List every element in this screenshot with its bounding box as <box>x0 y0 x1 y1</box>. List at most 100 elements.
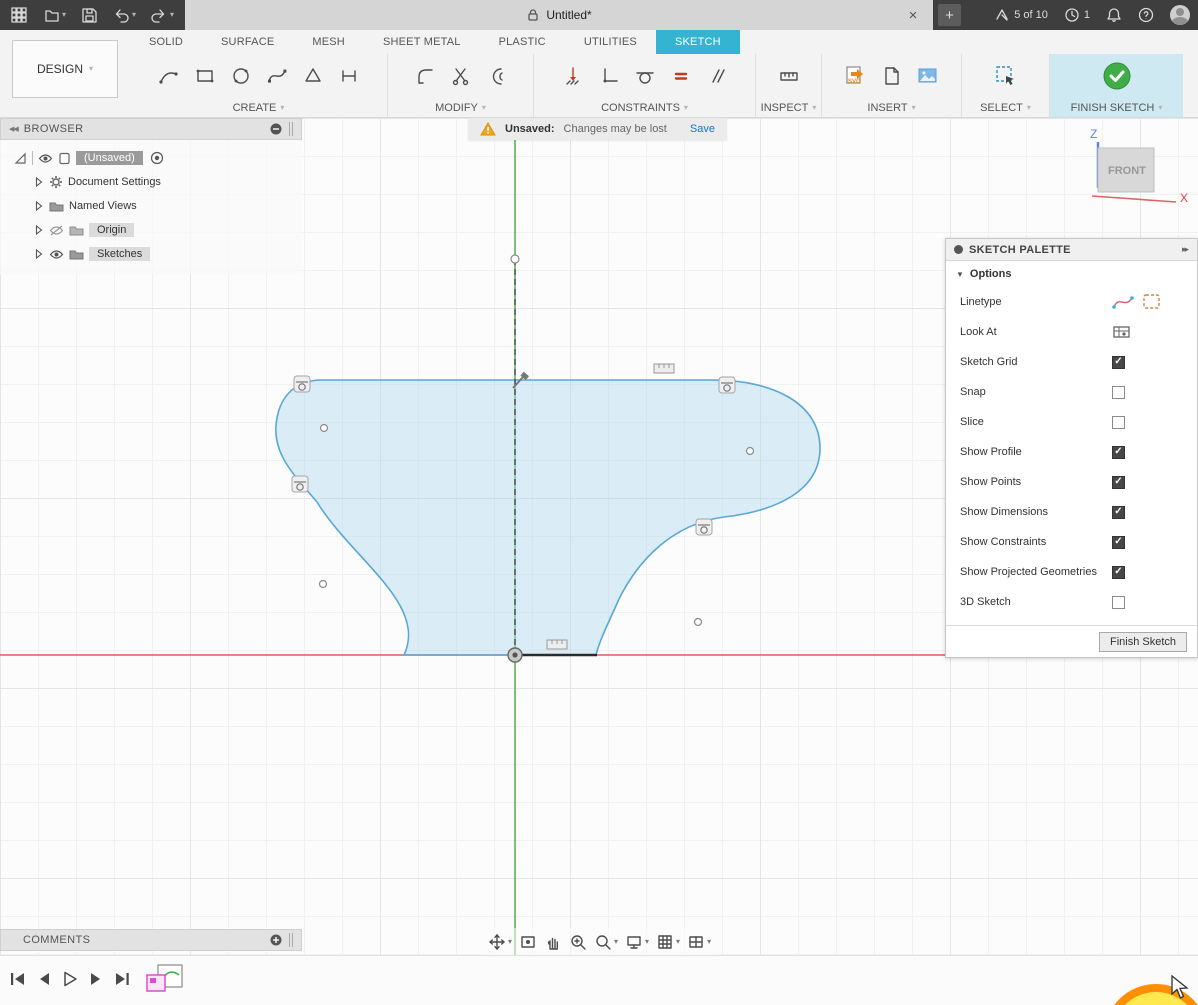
new-tab-button[interactable]: + <box>938 4 961 26</box>
sketch-point[interactable] <box>320 581 327 588</box>
rectangle-tool-button[interactable] <box>189 59 221 93</box>
tab-sheet-metal[interactable]: SHEET METAL <box>364 30 480 54</box>
sketch-profile[interactable] <box>276 380 820 655</box>
insert-dropdown[interactable]: INSERT ▾ <box>822 98 961 117</box>
show-constraints-checkbox[interactable] <box>1112 536 1125 549</box>
sketch-grid-checkbox[interactable] <box>1112 356 1125 369</box>
timeline-play-button[interactable] <box>60 968 80 990</box>
slot-tool-button[interactable] <box>333 59 365 93</box>
finish-sketch-palette-button[interactable]: Finish Sketch <box>1099 632 1187 652</box>
tangent-constraint-badge[interactable] <box>696 519 712 535</box>
grid-settings-button[interactable]: ▾ <box>656 933 680 951</box>
line-tool-button[interactable] <box>153 59 185 93</box>
tab-utilities[interactable]: UTILITIES <box>565 30 656 54</box>
expand-caret-icon[interactable] <box>35 225 43 235</box>
tangent-constraint-badge[interactable] <box>719 377 735 393</box>
insert-derive-button[interactable] <box>876 59 908 93</box>
measure-tool-button[interactable] <box>773 59 805 93</box>
undo-button[interactable]: ▾ <box>108 3 140 27</box>
timeline-step-back-button[interactable] <box>34 968 54 990</box>
tab-sketch[interactable]: SKETCH <box>656 30 740 54</box>
3d-sketch-checkbox[interactable] <box>1112 596 1125 609</box>
finish-sketch-button[interactable] <box>1099 58 1135 94</box>
expand-caret-icon[interactable] <box>35 201 43 211</box>
linetype-spline-icon[interactable] <box>1112 293 1134 311</box>
visibility-eye-icon[interactable] <box>38 153 53 164</box>
account-avatar[interactable] <box>1170 5 1190 25</box>
display-settings-button[interactable]: ▾ <box>625 933 649 951</box>
offset-tool-button[interactable] <box>481 59 513 93</box>
close-document-button[interactable]: × <box>903 5 923 25</box>
browser-root-row[interactable]: (Unsaved) <box>0 146 302 170</box>
browser-item-named-views[interactable]: Named Views <box>0 194 302 218</box>
browser-item-sketches[interactable]: Sketches <box>0 242 302 266</box>
dimension-badge[interactable] <box>547 640 567 649</box>
look-at-icon[interactable] <box>1112 323 1132 341</box>
constraints-dropdown[interactable]: CONSTRAINTS ▾ <box>534 98 755 117</box>
root-document-label[interactable]: (Unsaved) <box>76 151 143 165</box>
job-status-button[interactable]: 5 of 10 <box>994 7 1048 23</box>
tangent-constraint-badge[interactable] <box>292 476 308 492</box>
look-at-button[interactable] <box>519 933 537 951</box>
timeline-sketch-feature[interactable] <box>146 964 186 996</box>
timeline-go-to-start-button[interactable] <box>8 968 28 990</box>
notifications-button[interactable]: 1 <box>1064 7 1090 23</box>
show-profile-checkbox[interactable] <box>1112 446 1125 459</box>
show-points-checkbox[interactable] <box>1112 476 1125 489</box>
linetype-construction-icon[interactable] <box>1142 293 1162 311</box>
save-button[interactable] <box>76 3 102 27</box>
viewports-button[interactable]: ▾ <box>687 933 711 951</box>
timeline-step-forward-button[interactable] <box>86 968 106 990</box>
circle-tool-button[interactable] <box>225 59 257 93</box>
workspace-selector[interactable]: DESIGN ▾ <box>12 40 118 98</box>
show-dimensions-checkbox[interactable] <box>1112 506 1125 519</box>
alerts-button[interactable] <box>1106 7 1122 23</box>
sketch-palette-header[interactable]: SKETCH PALETTE ▸▸ <box>946 239 1197 261</box>
horizontal-vertical-constraint-button[interactable] <box>593 59 625 93</box>
show-projected-geometries-checkbox[interactable] <box>1112 566 1125 579</box>
origin-point[interactable] <box>508 648 522 662</box>
viewcube[interactable]: Z FRONT X <box>1084 122 1192 230</box>
zoom-button[interactable] <box>569 933 587 951</box>
create-dropdown[interactable]: CREATE ▾ <box>130 98 387 117</box>
tab-plastic[interactable]: PLASTIC <box>480 30 565 54</box>
sketch-point[interactable] <box>747 448 754 455</box>
fillet-tool-button[interactable] <box>409 59 441 93</box>
tangent-constraint-button[interactable] <box>629 59 661 93</box>
browser-header[interactable]: ◀◀ BROWSER <box>0 118 302 140</box>
tab-surface[interactable]: SURFACE <box>202 30 293 54</box>
expand-caret-icon[interactable] <box>35 177 43 187</box>
equal-constraint-button[interactable] <box>665 59 697 93</box>
comments-header[interactable]: COMMENTS <box>0 929 302 951</box>
orbit-button[interactable]: ▾ <box>488 933 512 951</box>
spline-tool-button[interactable] <box>261 59 293 93</box>
redo-button[interactable]: ▾ <box>146 3 178 27</box>
expand-comments-icon[interactable] <box>269 933 283 947</box>
file-menu-button[interactable]: ▾ <box>38 3 70 27</box>
document-tab[interactable]: Untitled* × <box>185 0 933 30</box>
insert-svg-button[interactable]: SVG <box>840 59 872 93</box>
browser-item-document-settings[interactable]: Document Settings <box>0 170 302 194</box>
finish-sketch-dropdown[interactable]: FINISH SKETCH ▾ <box>1050 98 1183 117</box>
expand-caret-icon[interactable] <box>35 249 43 259</box>
pan-button[interactable] <box>544 933 562 951</box>
sketch-point[interactable] <box>511 255 519 263</box>
tab-mesh[interactable]: MESH <box>293 30 364 54</box>
options-section-header[interactable]: ▼ Options <box>946 261 1197 287</box>
insert-canvas-button[interactable] <box>912 59 944 93</box>
collapse-panel-icon[interactable]: ◀◀ <box>9 125 18 133</box>
panel-resize-grip[interactable] <box>289 933 293 947</box>
modify-dropdown[interactable]: MODIFY ▾ <box>388 98 533 117</box>
select-dropdown[interactable]: SELECT ▾ <box>962 98 1049 117</box>
active-document-radio-icon[interactable] <box>150 151 164 165</box>
help-button[interactable] <box>1138 7 1154 23</box>
panel-resize-grip[interactable] <box>289 122 293 136</box>
inspect-dropdown[interactable]: INSPECT ▾ <box>756 98 821 117</box>
fix-constraint-button[interactable] <box>557 59 589 93</box>
timeline-go-to-end-button[interactable] <box>112 968 132 990</box>
palette-expand-icon[interactable]: ▸▸ <box>1182 244 1189 255</box>
trim-tool-button[interactable] <box>445 59 477 93</box>
visibility-eye-icon[interactable] <box>49 249 64 260</box>
parallel-constraint-button[interactable] <box>701 59 733 93</box>
hide-browser-icon[interactable] <box>269 122 283 136</box>
